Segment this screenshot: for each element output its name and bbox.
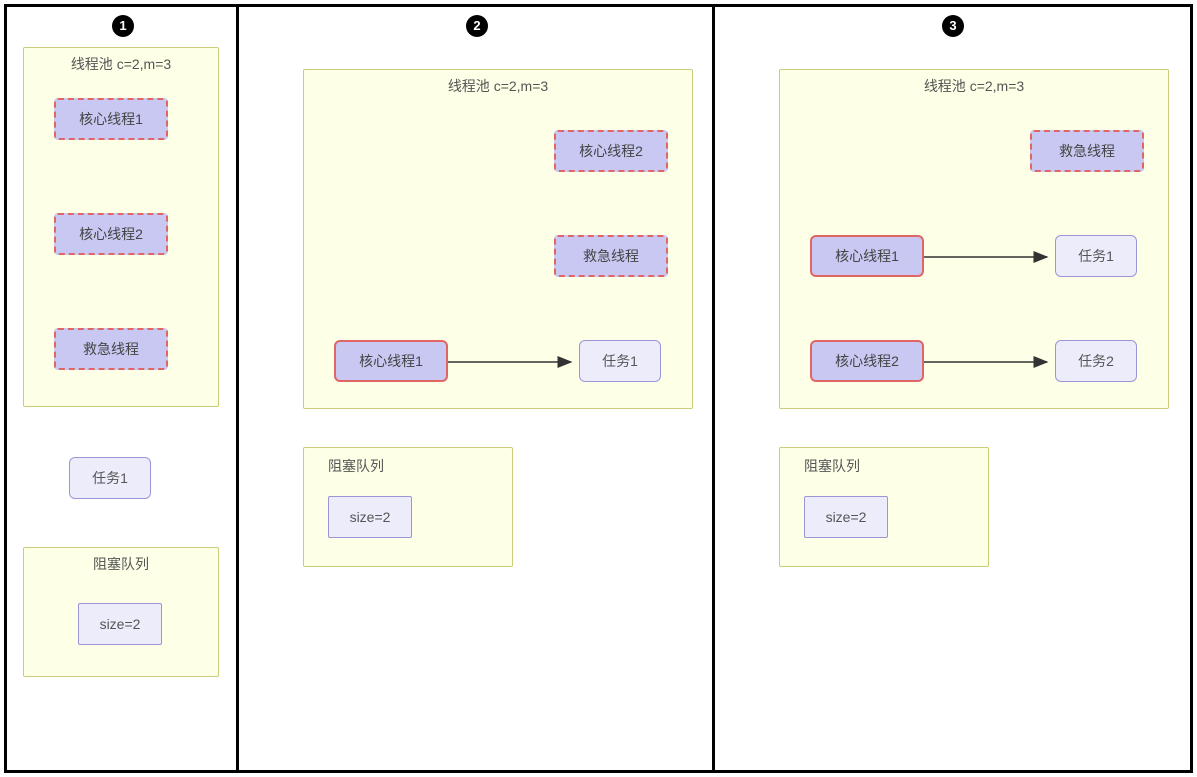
task-label: 任务2 xyxy=(1078,351,1114,371)
pool-title-1: 线程池 c=2,m=3 xyxy=(24,54,218,74)
badge-2: 2 xyxy=(466,15,488,37)
thread-label: 核心线程2 xyxy=(579,141,643,161)
diagram-canvas: 1 线程池 c=2,m=3 核心线程1 核心线程2 救急线程 任务1 阻塞队列 … xyxy=(0,0,1197,777)
thread-label: 核心线程1 xyxy=(79,109,143,129)
pool-box-3: 线程池 c=2,m=3 救急线程 核心线程1 任务1 核心线程2 任务2 xyxy=(779,69,1169,409)
task-1-p1: 任务1 xyxy=(69,457,151,499)
thread-label: 救急线程 xyxy=(583,246,639,266)
emergency-thread-p1: 救急线程 xyxy=(54,328,168,370)
thread-label: 核心线程2 xyxy=(835,351,899,371)
panel-1: 1 线程池 c=2,m=3 核心线程1 核心线程2 救急线程 任务1 阻塞队列 … xyxy=(7,7,239,770)
pool-title-2: 线程池 c=2,m=3 xyxy=(304,76,692,96)
task-2-p3: 任务2 xyxy=(1055,340,1137,382)
core-thread-1-p3: 核心线程1 xyxy=(810,235,924,277)
task-label: 任务1 xyxy=(92,468,128,488)
pool-title-3: 线程池 c=2,m=3 xyxy=(780,76,1168,96)
arrow-core1-task1-p3 xyxy=(924,256,1055,258)
queue-title-2: 阻塞队列 xyxy=(328,456,384,476)
queue-box-1: 阻塞队列 size=2 xyxy=(23,547,219,677)
core-thread-2-p2: 核心线程2 xyxy=(554,130,668,172)
queue-title-1: 阻塞队列 xyxy=(24,554,218,574)
badge-3: 3 xyxy=(942,15,964,37)
task-label: 任务1 xyxy=(1078,246,1114,266)
arrow-core2-task2-p3 xyxy=(924,361,1055,363)
thread-label: 救急线程 xyxy=(83,339,139,359)
emergency-thread-p2: 救急线程 xyxy=(554,235,668,277)
thread-label: 核心线程1 xyxy=(835,246,899,266)
pool-box-1: 线程池 c=2,m=3 核心线程1 核心线程2 救急线程 xyxy=(23,47,219,407)
task-1-p3: 任务1 xyxy=(1055,235,1137,277)
pool-box-2: 线程池 c=2,m=3 核心线程2 救急线程 核心线程1 任务1 xyxy=(303,69,693,409)
queue-title-3: 阻塞队列 xyxy=(804,456,860,476)
task-1-p2: 任务1 xyxy=(579,340,661,382)
core-thread-1-p2: 核心线程1 xyxy=(334,340,448,382)
core-thread-2-p1: 核心线程2 xyxy=(54,213,168,255)
panel-3: 3 线程池 c=2,m=3 救急线程 核心线程1 任务1 核心线程2 任务2 阻… xyxy=(715,7,1190,770)
thread-label: 核心线程1 xyxy=(359,351,423,371)
size-label: size=2 xyxy=(350,509,391,525)
queue-size-1: size=2 xyxy=(78,603,162,645)
panel-2: 2 线程池 c=2,m=3 核心线程2 救急线程 核心线程1 任务1 阻塞队列 … xyxy=(239,7,715,770)
thread-label: 核心线程2 xyxy=(79,224,143,244)
size-label: size=2 xyxy=(826,509,867,525)
queue-box-2: 阻塞队列 size=2 xyxy=(303,447,513,567)
arrow-core1-task1-p2 xyxy=(448,361,579,363)
queue-size-2: size=2 xyxy=(328,496,412,538)
queue-box-3: 阻塞队列 size=2 xyxy=(779,447,989,567)
task-label: 任务1 xyxy=(602,351,638,371)
core-thread-1-p1: 核心线程1 xyxy=(54,98,168,140)
queue-size-3: size=2 xyxy=(804,496,888,538)
emergency-thread-p3: 救急线程 xyxy=(1030,130,1144,172)
core-thread-2-p3: 核心线程2 xyxy=(810,340,924,382)
badge-1: 1 xyxy=(112,15,134,37)
thread-label: 救急线程 xyxy=(1059,141,1115,161)
size-label: size=2 xyxy=(100,616,141,632)
